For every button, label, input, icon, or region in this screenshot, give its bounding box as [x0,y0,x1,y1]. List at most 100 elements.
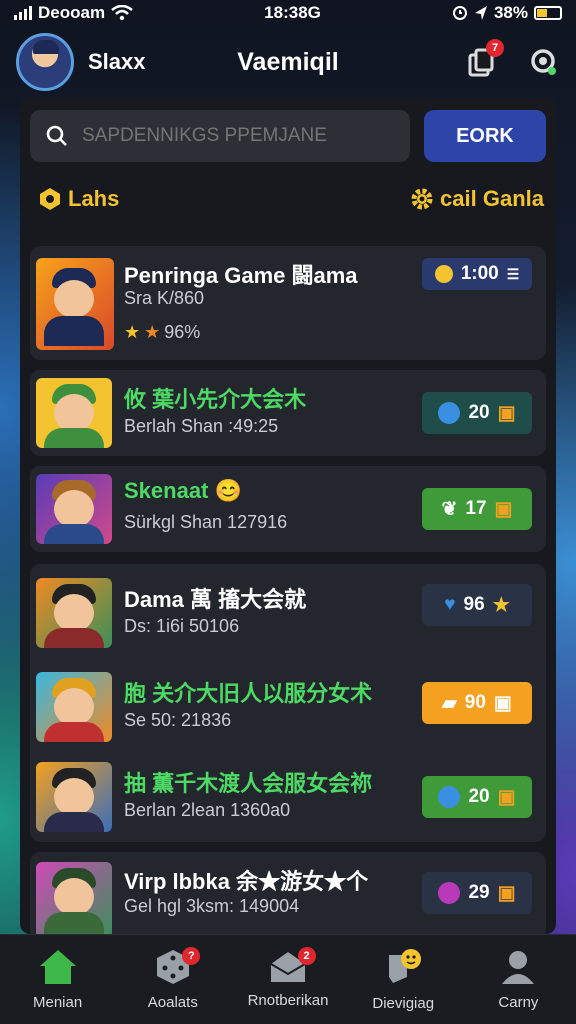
alarm-icon [452,6,467,20]
game-thumbnail [36,378,112,448]
wifi-icon [111,5,133,21]
game-title[interactable]: Dama 萬 搐大会就 [124,582,306,614]
heart-icon: ♥ [444,594,456,615]
coin-icon [438,882,461,904]
tab-chat[interactable]: Dievigiag [346,935,461,1024]
home-icon [39,950,76,984]
gear-icon [411,188,433,210]
filter-row: Lahs cail Ganla [38,184,544,214]
game-subtitle: Berlah Shan :49:25 [124,416,279,436]
reward-value: 17 [465,498,487,519]
reward-pill[interactable]: ❦ 17 ▣ [422,488,532,530]
status-bar: Deooam 18:38G 38% [0,0,576,26]
signal-icon [14,6,32,20]
bottom-tab-bar: Menian ? Aoalats 2 Rnotberikan Dievigiag… [0,934,576,1024]
game-subtitle: Se 50: 21836 [124,710,232,730]
user-avatar[interactable] [16,33,74,91]
treasure-icon: ▣ [497,786,516,808]
support-button[interactable] [526,45,560,79]
tab-label: Rnotberikan [247,992,329,1009]
filter-right[interactable]: cail Ganla [410,186,544,212]
game-card[interactable]: Virp lbbka 余★游女★个 Gel hgl 3ksm: 149004 2… [30,852,546,934]
game-card[interactable]: Penringa Game 闘ama Sra K/860 ★ ★ 96% 1:0… [30,246,546,360]
hexagon-icon [40,188,60,210]
treasure-icon: ▣ [497,882,516,904]
tab-messages[interactable]: 2 Rnotberikan [230,935,345,1024]
star-icon: ★ [492,594,510,616]
coin-icon [434,265,453,283]
reward-pill[interactable]: ▰ 90 ▣ [422,682,532,724]
reward-pill[interactable]: 20 ▣ [422,392,532,434]
game-thumbnail [36,578,112,648]
reward-value: 20 [468,402,490,423]
game-subtitle: Berlan 2lean 1360a0 [124,800,291,820]
tab-home[interactable]: Menian [0,935,115,1024]
reward-value: 96 [463,594,485,615]
search-input[interactable] [82,125,372,147]
ticket-icon: ▰ [442,692,457,714]
game-subtitle: Ds: 1i6i 50106 [124,616,240,636]
game-subtitle: Sra K/860 [124,288,205,308]
notifications-button[interactable]: 7 [464,39,504,79]
coin-icon [438,402,461,424]
game-thumbnail [36,474,112,544]
user-name: Slaxx [88,49,146,74]
notification-badge: 7 [486,39,504,57]
gift-icon: ▣ [497,402,516,424]
rating-value: 96% [164,322,201,342]
leaf-icon: ❦ [441,498,458,520]
chat-icon [389,949,422,983]
game-title: Skenaat 😊 [124,478,242,503]
chest-icon: ▣ [493,692,512,714]
headset-icon [531,49,556,75]
game-title: Virp lbbka 余★游女★个 [124,869,369,894]
search-box[interactable] [30,110,410,162]
star-icon: ★ [124,322,141,342]
game-thumbnail [36,258,114,350]
tab-badge: 2 [297,947,316,965]
main-panel: EORK Lahs cail Ganla Penringa Game 闘ama [20,98,556,934]
reward-pill[interactable]: 29 ▣ [422,872,532,914]
tab-profile[interactable]: Carny [461,935,576,1024]
tab-badge: ? [182,947,201,965]
game-title[interactable]: 抽 薫千木渡人会服女会祢 [124,766,372,798]
menu-icon: ☰ [506,265,520,282]
reward-value: 20 [468,786,490,807]
game-thumbnail [36,862,112,934]
tab-games[interactable]: ? Aoalats [115,935,230,1024]
search-row: EORK [30,110,546,162]
game-title: 攸 葉小先介大会木 [124,387,307,412]
battery-icon [534,6,562,20]
reward-value: 90 [464,692,486,713]
game-rating: ★ ★ 96% [124,322,200,343]
reward-pill[interactable]: 20 ▣ [422,776,532,818]
filter-left[interactable]: Lahs [38,186,119,212]
star-icon: ★ [144,322,161,342]
carrier-name: Deooam [38,3,106,22]
game-title[interactable]: 胞 关介大旧人以服分女术 [124,676,372,708]
game-thumbnail [36,672,112,742]
location-icon [474,6,487,20]
tab-label: Carny [498,994,539,1011]
filter-left-label: Lahs [68,186,120,211]
search-button[interactable]: EORK [424,110,546,162]
tab-label: Menian [33,994,83,1011]
game-subtitle: Sürkgl Shan 127916 [124,512,288,532]
profile-icon [502,951,535,984]
reward-value: 1:00 [460,263,499,284]
reward-pill[interactable]: 1:00 ☰ [422,258,532,290]
coin-icon [438,786,461,808]
top-header: Slaxx Vaemiqil 7 [0,28,576,96]
game-card[interactable]: Skenaat 😊 Sürkgl Shan 127916 ❦ 17 ▣ [30,466,546,552]
treasure-icon: ▣ [494,498,513,520]
filter-right-label: cail Ganla [440,186,544,211]
tab-label: Aoalats [147,994,198,1011]
battery-percent: 38% [493,3,528,22]
reward-pill[interactable]: ♥ 96 ★ [422,584,532,626]
game-subtitle: Gel hgl 3ksm: 149004 [124,896,300,916]
game-thumbnail [36,762,112,832]
game-card[interactable]: 攸 葉小先介大会木 Berlah Shan :49:25 20 ▣ [30,370,546,456]
clock: 18:38G [264,3,321,22]
search-icon [46,125,67,146]
game-group-card: Dama 萬 搐大会就 Ds: 1i6i 50106 ♥ 96 ★ 胞 关介大旧… [30,564,546,842]
